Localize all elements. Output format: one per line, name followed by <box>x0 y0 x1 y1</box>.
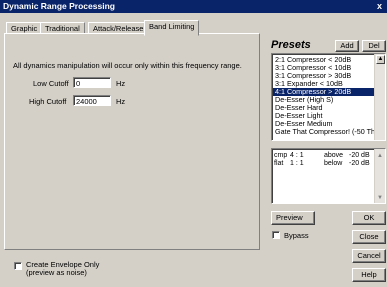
summary-cell: -20 dB <box>349 160 370 167</box>
preview-button[interactable]: Preview <box>271 211 315 225</box>
bypass-checkbox[interactable] <box>272 231 280 239</box>
ok-label: OK <box>363 213 375 222</box>
band-limiting-panel: All dynamics manipulation will occur onl… <box>4 33 260 250</box>
summary-cell: flat <box>274 160 284 167</box>
ok-button[interactable]: OK <box>352 211 386 225</box>
presets-title: Presets <box>271 39 311 51</box>
help-button[interactable]: Help <box>352 268 386 282</box>
tab-graphic-label: Graphic <box>11 24 38 33</box>
help-label: Help <box>361 270 377 279</box>
create-envelope-text: Create Envelope Only (preview as noise) <box>26 261 99 277</box>
low-cutoff-input[interactable]: 0 <box>73 77 111 88</box>
tab-traditional-label: Traditional <box>45 24 80 33</box>
title-bar: Dynamic Range Processing x <box>0 0 387 13</box>
bypass-label: Bypass <box>284 231 309 240</box>
cancel-label: Cancel <box>357 251 381 260</box>
low-cutoff-unit: Hz <box>116 79 126 88</box>
presets-items: 2:1 Compressor < 20dB 3:1 Compressor < 10… <box>273 56 377 136</box>
window-title: Dynamic Range Processing <box>3 1 115 11</box>
high-cutoff-label: High Cutoff <box>29 97 67 106</box>
scroll-up-icon[interactable]: ▲ <box>376 55 385 64</box>
preset-item[interactable]: Gate That Compressor! (-50 Thr <box>273 128 377 136</box>
add-preset-button[interactable]: Add <box>335 40 359 52</box>
tab-band-limiting-label: Band Limiting <box>149 22 195 31</box>
tab-attack-release-label: Attack/Release <box>93 24 144 33</box>
delete-preset-label: Del <box>368 41 380 50</box>
low-cutoff-label: Low Cutoff <box>33 79 69 88</box>
summary-rows: cmp 4 : 1 above -20 dB flat 1 : 1 below -20 dB <box>274 152 374 168</box>
close-label: Close <box>359 232 379 241</box>
summary-scroll-down-icon[interactable]: ▼ <box>377 195 383 201</box>
presets-scrollbar[interactable]: ▲ <box>374 54 385 140</box>
high-cutoff-input[interactable]: 24000 <box>73 95 111 106</box>
summary-cell: above <box>324 152 344 159</box>
summary-cell: 1 : 1 <box>290 160 304 167</box>
delete-preset-button[interactable]: Del <box>362 40 386 52</box>
cancel-button[interactable]: Cancel <box>352 249 386 263</box>
close-icon[interactable]: x <box>374 1 385 11</box>
summary-cell: 4 : 1 <box>290 152 304 159</box>
presets-list[interactable]: 2:1 Compressor < 20dB 3:1 Compressor < 10… <box>271 53 386 141</box>
close-button[interactable]: Close <box>352 230 386 244</box>
summary-cell: cmp <box>274 152 288 159</box>
band-limiting-note: All dynamics manipulation will occur onl… <box>13 61 242 70</box>
summary-row: flat 1 : 1 below -20 dB <box>274 160 374 168</box>
add-preset-label: Add <box>340 41 354 50</box>
preset-summary: cmp 4 : 1 above -20 dB flat 1 : 1 below -20 dB … <box>271 148 386 204</box>
summary-cell: -20 dB <box>349 152 370 159</box>
summary-row: cmp 4 : 1 above -20 dB <box>274 152 374 160</box>
create-envelope-checkbox[interactable] <box>14 262 22 270</box>
high-cutoff-unit: Hz <box>116 97 126 106</box>
tab-band-limiting[interactable]: Band Limiting <box>144 20 200 36</box>
summary-scrollbar[interactable]: ▲ ▼ <box>374 149 385 203</box>
summary-scroll-up-icon[interactable]: ▲ <box>377 153 383 159</box>
summary-cell: below <box>324 160 343 167</box>
create-envelope-sublabel: (preview as noise) <box>26 268 87 277</box>
preview-label: Preview <box>276 213 303 222</box>
